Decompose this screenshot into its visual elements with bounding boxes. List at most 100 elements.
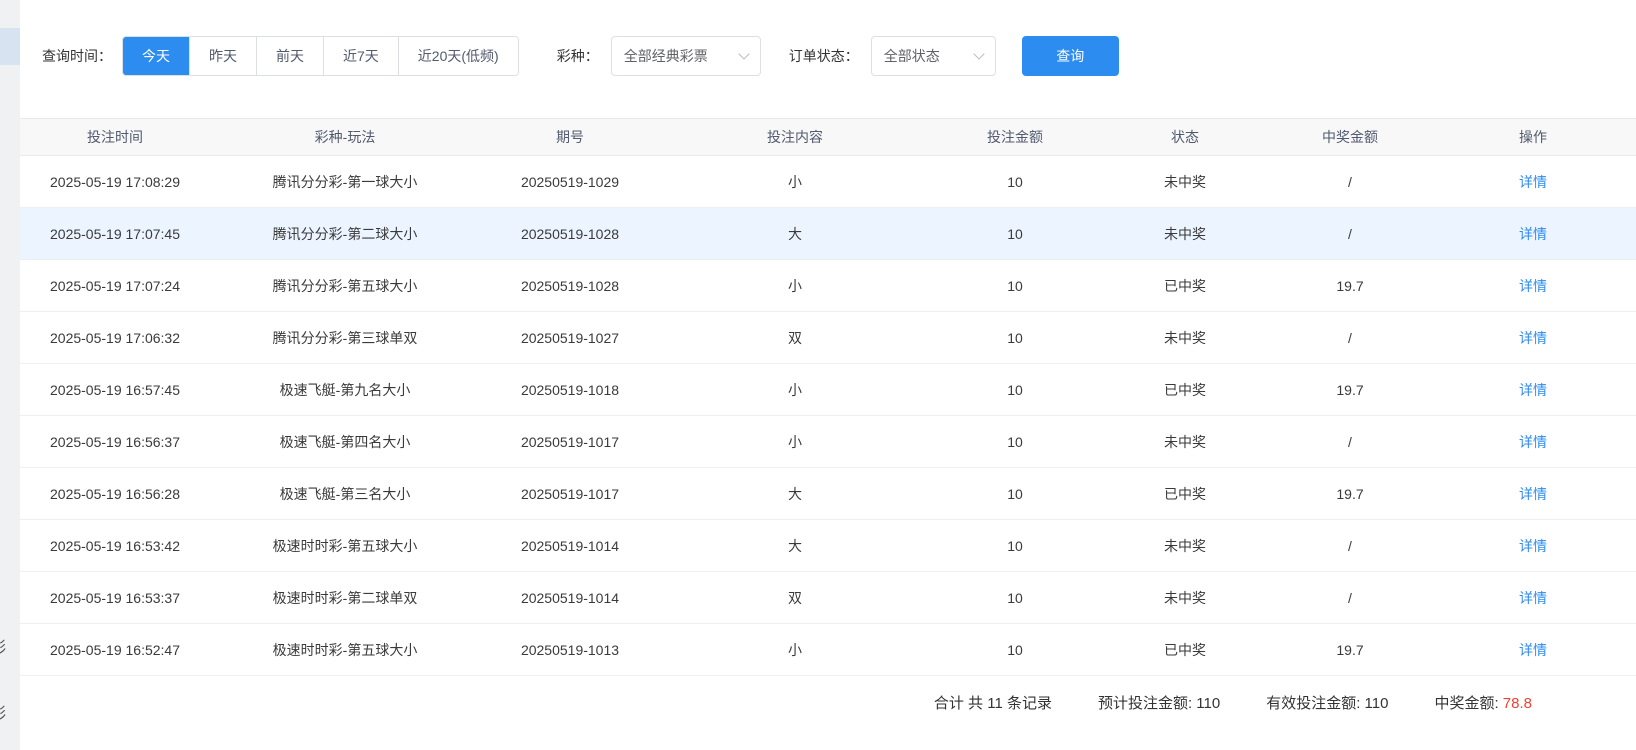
cell-status: 已中奖 bbox=[1100, 624, 1270, 676]
cell-bet-amount: 10 bbox=[930, 364, 1100, 416]
betting-records-page: 彩 彩 查询时间： 今天 昨天 前天 近7天 近20天(低频) 彩种： 全部经典… bbox=[0, 0, 1636, 750]
cell-bet-content: 大 bbox=[660, 208, 930, 260]
cell-bet-content: 小 bbox=[660, 260, 930, 312]
summary-prize: 中奖金额: 78.8 bbox=[1434, 692, 1532, 713]
order-status-label: 订单状态： bbox=[789, 46, 859, 66]
cell-bet-time: 2025-05-19 16:53:42 bbox=[20, 520, 210, 572]
cell-prize: / bbox=[1270, 208, 1430, 260]
cell-action: 详情 bbox=[1430, 156, 1636, 208]
detail-link[interactable]: 详情 bbox=[1519, 434, 1547, 450]
detail-link[interactable]: 详情 bbox=[1519, 278, 1547, 294]
cell-bet-amount: 10 bbox=[930, 416, 1100, 468]
cell-status: 未中奖 bbox=[1100, 416, 1270, 468]
time-filter-group: 今天 昨天 前天 近7天 近20天(低频) bbox=[122, 36, 519, 76]
cell-prize: / bbox=[1270, 520, 1430, 572]
table-row: 2025-05-19 17:08:29 腾讯分分彩-第一球大小 20250519… bbox=[20, 156, 1636, 208]
detail-link[interactable]: 详情 bbox=[1519, 226, 1547, 242]
table-header-row: 投注时间 彩种-玩法 期号 投注内容 投注金额 状态 中奖金额 操作 bbox=[20, 119, 1636, 156]
cell-game-play: 极速时时彩-第五球大小 bbox=[210, 624, 480, 676]
cell-status: 未中奖 bbox=[1100, 312, 1270, 364]
cell-action: 详情 bbox=[1430, 364, 1636, 416]
cell-period: 20250519-1028 bbox=[480, 208, 660, 260]
col-header-game-play: 彩种-玩法 bbox=[210, 119, 480, 156]
cell-period: 20250519-1017 bbox=[480, 416, 660, 468]
detail-link[interactable]: 详情 bbox=[1519, 174, 1547, 190]
cell-action: 详情 bbox=[1430, 208, 1636, 260]
summary-bar: 合计 共 11 条记录 预计投注金额: 110 有效投注金额: 110 中奖金额… bbox=[20, 676, 1636, 728]
sidebar-partial-text: 彩 bbox=[0, 702, 17, 723]
col-header-prize-amount: 中奖金额 bbox=[1270, 119, 1430, 156]
col-header-period: 期号 bbox=[480, 119, 660, 156]
cell-bet-amount: 10 bbox=[930, 572, 1100, 624]
cell-status: 未中奖 bbox=[1100, 156, 1270, 208]
cell-period: 20250519-1018 bbox=[480, 364, 660, 416]
cell-game-play: 腾讯分分彩-第三球单双 bbox=[210, 312, 480, 364]
detail-link[interactable]: 详情 bbox=[1519, 538, 1547, 554]
cell-bet-content: 大 bbox=[660, 468, 930, 520]
cell-status: 已中奖 bbox=[1100, 364, 1270, 416]
cell-bet-amount: 10 bbox=[930, 624, 1100, 676]
table-row: 2025-05-19 16:57:45 极速飞艇-第九名大小 20250519-… bbox=[20, 364, 1636, 416]
col-header-bet-amount: 投注金额 bbox=[930, 119, 1100, 156]
time-filter-today[interactable]: 今天 bbox=[123, 37, 190, 75]
time-filter-day-before[interactable]: 前天 bbox=[257, 37, 324, 75]
time-filter-yesterday[interactable]: 昨天 bbox=[190, 37, 257, 75]
cell-prize: 19.7 bbox=[1270, 364, 1430, 416]
cell-status: 已中奖 bbox=[1100, 260, 1270, 312]
cell-bet-content: 小 bbox=[660, 364, 930, 416]
cell-prize: 19.7 bbox=[1270, 624, 1430, 676]
cell-prize: / bbox=[1270, 156, 1430, 208]
detail-link[interactable]: 详情 bbox=[1519, 330, 1547, 346]
order-status-value: 全部状态 bbox=[884, 46, 940, 66]
records-table: 投注时间 彩种-玩法 期号 投注内容 投注金额 状态 中奖金额 操作 2025-… bbox=[20, 118, 1636, 676]
time-filter-last-20-days[interactable]: 近20天(低频) bbox=[399, 37, 518, 75]
cell-game-play: 极速飞艇-第九名大小 bbox=[210, 364, 480, 416]
cell-action: 详情 bbox=[1430, 260, 1636, 312]
cell-game-play: 极速飞艇-第三名大小 bbox=[210, 468, 480, 520]
order-status-select[interactable]: 全部状态 bbox=[871, 36, 996, 76]
table-row: 2025-05-19 16:52:47 极速时时彩-第五球大小 20250519… bbox=[20, 624, 1636, 676]
cell-period: 20250519-1013 bbox=[480, 624, 660, 676]
cell-bet-time: 2025-05-19 17:07:45 bbox=[20, 208, 210, 260]
sidebar-partial-text: 彩 bbox=[0, 636, 17, 657]
detail-link[interactable]: 详情 bbox=[1519, 486, 1547, 502]
summary-expected-bet: 预计投注金额: 110 bbox=[1098, 692, 1220, 713]
cell-action: 详情 bbox=[1430, 624, 1636, 676]
cell-game-play: 腾讯分分彩-第五球大小 bbox=[210, 260, 480, 312]
lottery-type-value: 全部经典彩票 bbox=[624, 46, 708, 66]
time-filter-label: 查询时间： bbox=[42, 46, 112, 66]
cell-bet-content: 小 bbox=[660, 416, 930, 468]
query-button[interactable]: 查询 bbox=[1022, 36, 1119, 76]
table-row: 2025-05-19 16:56:28 极速飞艇-第三名大小 20250519-… bbox=[20, 468, 1636, 520]
cell-bet-time: 2025-05-19 17:07:24 bbox=[20, 260, 210, 312]
cell-bet-amount: 10 bbox=[930, 156, 1100, 208]
sidebar-active-indicator bbox=[0, 28, 20, 65]
cell-game-play: 极速时时彩-第五球大小 bbox=[210, 520, 480, 572]
col-header-action: 操作 bbox=[1430, 119, 1636, 156]
cell-prize: 19.7 bbox=[1270, 260, 1430, 312]
cell-action: 详情 bbox=[1430, 572, 1636, 624]
cell-bet-content: 小 bbox=[660, 156, 930, 208]
cell-bet-time: 2025-05-19 16:57:45 bbox=[20, 364, 210, 416]
summary-total: 合计 共 11 条记录 bbox=[934, 692, 1052, 713]
lottery-type-select[interactable]: 全部经典彩票 bbox=[611, 36, 761, 76]
summary-prize-label: 中奖金额: bbox=[1434, 695, 1502, 712]
summary-valid-bet: 有效投注金额: 110 bbox=[1266, 692, 1388, 713]
time-filter-last-7-days[interactable]: 近7天 bbox=[324, 37, 399, 75]
detail-link[interactable]: 详情 bbox=[1519, 642, 1547, 658]
cell-game-play: 腾讯分分彩-第一球大小 bbox=[210, 156, 480, 208]
cell-status: 未中奖 bbox=[1100, 208, 1270, 260]
table-row: 2025-05-19 16:53:42 极速时时彩-第五球大小 20250519… bbox=[20, 520, 1636, 572]
detail-link[interactable]: 详情 bbox=[1519, 382, 1547, 398]
cell-bet-content: 小 bbox=[660, 624, 930, 676]
table-row: 2025-05-19 16:56:37 极速飞艇-第四名大小 20250519-… bbox=[20, 416, 1636, 468]
summary-prize-value: 78.8 bbox=[1503, 695, 1532, 712]
detail-link[interactable]: 详情 bbox=[1519, 590, 1547, 606]
cell-status: 未中奖 bbox=[1100, 520, 1270, 572]
cell-game-play: 极速时时彩-第二球单双 bbox=[210, 572, 480, 624]
col-header-bet-content: 投注内容 bbox=[660, 119, 930, 156]
table-row: 2025-05-19 16:53:37 极速时时彩-第二球单双 20250519… bbox=[20, 572, 1636, 624]
cell-bet-amount: 10 bbox=[930, 312, 1100, 364]
table-row: 2025-05-19 17:06:32 腾讯分分彩-第三球单双 20250519… bbox=[20, 312, 1636, 364]
cell-period: 20250519-1017 bbox=[480, 468, 660, 520]
